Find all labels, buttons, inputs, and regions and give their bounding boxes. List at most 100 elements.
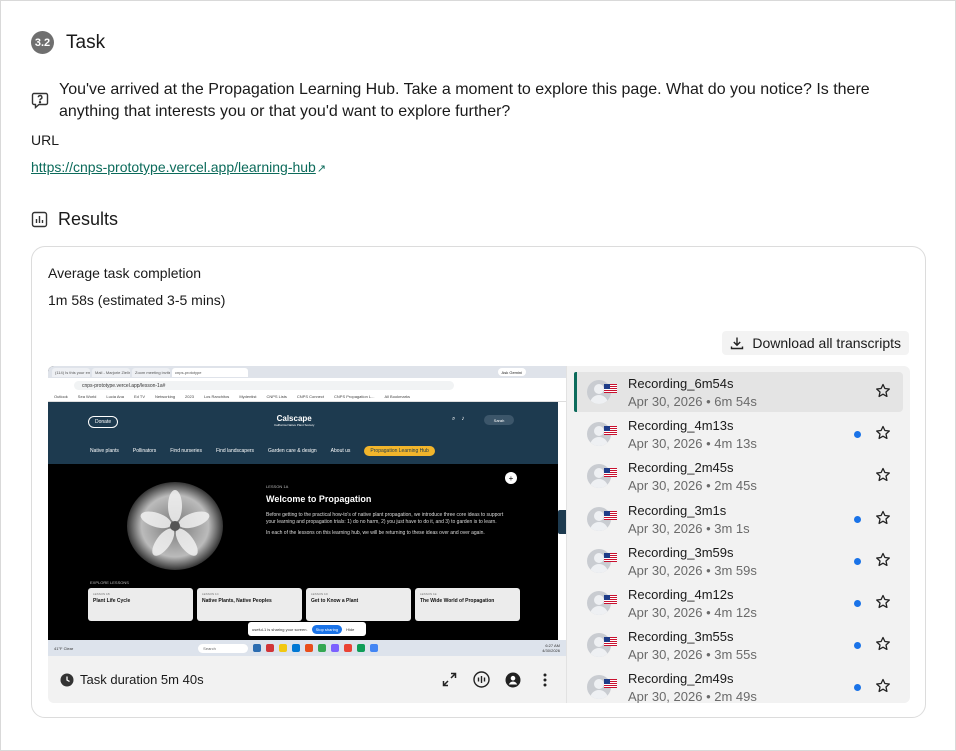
meta-separator: • xyxy=(702,605,715,620)
taskbar-clock: 6:27 AM 4/30/2026 xyxy=(542,643,560,653)
bookmark: 2023 xyxy=(185,394,194,399)
recording-meta: Apr 30, 2026 • 3m 59s xyxy=(628,563,757,578)
app-icon xyxy=(253,644,262,652)
recording-item[interactable]: Recording_3m55s Apr 30, 2026 • 3m 55s xyxy=(574,625,903,665)
recording-item[interactable]: Recording_2m45s Apr 30, 2026 • 2m 45s xyxy=(574,456,903,496)
task-question: You've arrived at the Propagation Learni… xyxy=(31,79,911,123)
browser-tab: (114) Is this your email? xyxy=(52,367,90,377)
site-logo-text: Calscape xyxy=(276,414,312,423)
meta-separator: • xyxy=(702,647,715,663)
explore-lessons-label: EXPLORE LESSONS xyxy=(90,580,129,585)
unread-dot xyxy=(854,684,861,692)
taskbar-date: 4/30/2026 xyxy=(542,648,560,653)
lesson-card-kicker: LESSON 1C xyxy=(202,592,219,596)
app-icon xyxy=(344,644,353,652)
site-donate-button: Donate xyxy=(88,416,119,428)
download-button-label[interactable]: Download all transcripts xyxy=(752,335,901,351)
recording-date: Apr 30, 2026 xyxy=(628,605,703,620)
star-icon[interactable] xyxy=(875,425,891,441)
app-icon xyxy=(266,644,275,652)
star-icon[interactable] xyxy=(875,467,891,483)
recordings-list: Recording_6m54s Apr 30, 2026 • 6m 54s Re… xyxy=(566,366,910,703)
bookmark: Mydentist xyxy=(239,394,257,399)
recording-item[interactable]: Recording_4m12s Apr 30, 2026 • 4m 12s xyxy=(574,583,903,623)
question-text: You've arrived at the Propagation Learni… xyxy=(59,81,870,120)
expand-icon[interactable] xyxy=(440,671,458,689)
app-icon xyxy=(357,644,366,652)
recording-meta: Apr 30, 2026 • 2m 49s xyxy=(628,689,757,703)
site-nav-item: Find landscapers xyxy=(215,448,255,454)
lesson-card: LESSON 1E The Wide World of Propagation xyxy=(415,588,520,621)
task-duration-label: Task duration 5m 40s xyxy=(80,672,204,687)
site-nav-item: Find nurseries xyxy=(170,448,202,454)
results-title: Results xyxy=(58,209,119,229)
recording-item[interactable]: Recording_2m49s Apr 30, 2026 • 2m 49s xyxy=(574,667,903,703)
task-duration: Task duration 5m 40s xyxy=(60,672,204,687)
screen-share-text: useful-1 is sharing your screen. xyxy=(252,626,308,632)
recording-duration: 4m 13s xyxy=(714,436,757,452)
recording-date: Apr 30, 2026 xyxy=(628,478,703,494)
bookmark: CNPS Propagation L... xyxy=(334,394,375,399)
star-icon[interactable] xyxy=(875,594,891,610)
bookmark: Los Ranchitos xyxy=(203,394,230,399)
lesson-body: Before getting to the practical how-to's… xyxy=(266,512,506,537)
lesson-title: Welcome to Propagation xyxy=(266,494,372,504)
star-icon[interactable] xyxy=(875,678,891,694)
meta-separator: • xyxy=(702,689,715,703)
star-icon[interactable] xyxy=(875,383,891,399)
us-flag-icon xyxy=(604,468,617,478)
bookmark: Ed TV xyxy=(133,394,146,399)
meta-separator: • xyxy=(702,478,715,494)
site-logo-subtitle: California Native Plant Society xyxy=(274,423,315,427)
recording-item[interactable]: Recording_6m54s Apr 30, 2026 • 6m 54s xyxy=(574,372,903,412)
lesson-kicker: LESSON 1A xyxy=(266,484,289,489)
recording-date: Apr 30, 2026 xyxy=(628,689,703,703)
audio-waveform-icon[interactable] xyxy=(472,671,490,689)
recording-item[interactable]: Recording_4m13s Apr 30, 2026 • 4m 13s xyxy=(574,414,903,454)
recording-duration: 2m 49s xyxy=(714,689,757,703)
person-icon[interactable] xyxy=(504,671,522,689)
plus-icon: + xyxy=(505,472,517,484)
recording-meta: Apr 30, 2026 • 6m 54s xyxy=(628,394,757,409)
task-url-link[interactable]: https://cnps-prototype.vercel.app/learni… xyxy=(31,159,326,175)
recording-duration: 4m 12s xyxy=(714,605,757,620)
recording-item[interactable]: Recording_3m1s Apr 30, 2026 • 3m 1s xyxy=(574,499,903,539)
recording-name: Recording_3m55s xyxy=(628,629,734,645)
recording-date: Apr 30, 2026 xyxy=(628,436,703,452)
us-flag-icon xyxy=(604,384,617,393)
ask-gemini-button: Ask Gemini xyxy=(497,368,526,376)
recording-name: Recording_2m45s xyxy=(628,460,734,476)
app-icon xyxy=(292,644,301,652)
star-icon[interactable] xyxy=(875,636,891,652)
taskbar-weather: 41°F Clear xyxy=(54,645,74,651)
bookmark: Sea World xyxy=(77,394,97,399)
recording-name: Recording_3m59s xyxy=(628,544,734,560)
recording-duration: 3m 1s xyxy=(714,520,750,536)
browser-tab-active: cnps-prototype xyxy=(172,367,248,377)
lesson-card: LESSON 1D Get to Know a Plant xyxy=(306,588,411,621)
site-header-icons: ⌕ ♪ xyxy=(452,416,464,423)
average-completion-value: 1m 58s (estimated 3-5 mins) xyxy=(48,292,226,308)
recording-player: (114) Is this your email? Mail - Marjori… xyxy=(48,366,566,703)
download-transcripts-button[interactable]: Download all transcripts xyxy=(722,331,909,355)
recording-date: Apr 30, 2026 xyxy=(628,562,703,578)
unread-dot xyxy=(854,431,861,439)
star-icon[interactable] xyxy=(875,510,891,526)
browser-tab-strip: (114) Is this your email? Mail - Marjori… xyxy=(48,366,566,378)
download-icon xyxy=(731,337,744,350)
site-header: Donate Calscape California Native Plant … xyxy=(48,402,558,464)
more-vertical-icon[interactable] xyxy=(536,671,554,689)
recording-duration: 6m 54s xyxy=(714,394,757,409)
recording-video[interactable]: (114) Is this your email? Mail - Marjori… xyxy=(48,366,566,656)
task-url-text[interactable]: https://cnps-prototype.vercel.app/learni… xyxy=(31,159,316,175)
recording-item[interactable]: Recording_3m59s Apr 30, 2026 • 3m 59s xyxy=(574,541,903,581)
search-icon: ⌕ xyxy=(452,416,456,422)
stop-sharing-button: Stop sharing xyxy=(311,624,343,634)
lesson-paragraph: Before getting to the practical how-to's… xyxy=(266,512,504,525)
recording-date: Apr 30, 2026 xyxy=(628,647,703,663)
unread-dot xyxy=(854,515,861,523)
browser-bookmarks: Outlook Sea World Lucia Ana Ed TV Networ… xyxy=(48,392,566,402)
results-card: Average task completion 1m 58s (estimate… xyxy=(31,246,926,718)
star-icon[interactable] xyxy=(875,552,891,568)
site-nav-item: Native plants xyxy=(90,448,119,454)
